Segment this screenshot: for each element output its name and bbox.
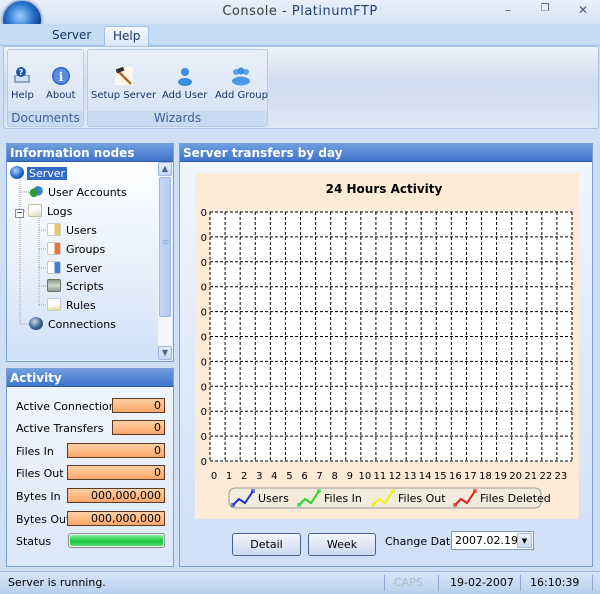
y-tick-label: 0 [201, 333, 207, 344]
x-tick-label: 0 [211, 471, 217, 482]
x-tick-label: 12 [389, 471, 402, 482]
x-tick-label: 23 [555, 471, 568, 482]
y-tick-label: 0 [201, 308, 207, 319]
date-dropdown-button[interactable]: ▼ [517, 533, 532, 548]
detail-button-label: Detail [250, 538, 283, 551]
date-picker[interactable]: 2007.02.19 ▼ [451, 531, 534, 550]
legend-label: Files Deleted [480, 492, 551, 505]
change-date-label: Change Date [385, 535, 457, 548]
y-tick-label: 0 [201, 258, 207, 269]
x-tick-label: 5 [286, 471, 292, 482]
y-tick-label: 0 [201, 457, 207, 468]
status-separator [520, 575, 521, 591]
x-axis-ticks: 0 1 2 3 4 5 6 7 8 9 10 11 12 13 14 15 16 17 18 19 20 21 22 23 [211, 471, 567, 482]
legend-marker [231, 503, 235, 507]
x-tick-label: 19 [494, 471, 507, 482]
y-tick-label: 0 [201, 407, 207, 418]
status-message: Server is running. [8, 576, 106, 589]
y-axis-ticks: 0 0 0 0 0 0 0 0 0 0 0 [201, 208, 207, 468]
x-tick-label: 22 [539, 471, 552, 482]
week-button[interactable]: Week [308, 533, 376, 556]
x-tick-label: 18 [479, 471, 492, 482]
x-tick-label: 16 [449, 471, 462, 482]
detail-button[interactable]: Detail [232, 533, 301, 556]
x-tick-label: 10 [358, 471, 371, 482]
legend-marker [297, 503, 301, 507]
x-tick-label: 20 [509, 471, 522, 482]
x-tick-label: 2 [241, 471, 247, 482]
y-tick-label: 0 [201, 357, 207, 368]
chart-title: 24 Hours Activity [326, 182, 443, 196]
legend-label: Files In [324, 492, 362, 505]
status-bar: Server is running. CAPS 19-02-2007 16:10… [0, 571, 600, 594]
legend-marker [391, 489, 395, 493]
legend-marker [251, 489, 255, 493]
dropdown-arrow-icon: ▼ [521, 537, 528, 545]
week-button-label: Week [326, 538, 358, 551]
y-tick-label: 0 [201, 382, 207, 393]
legend-marker [473, 489, 477, 493]
x-tick-label: 1 [226, 471, 232, 482]
x-tick-label: 7 [316, 471, 322, 482]
x-tick-label: 14 [419, 471, 432, 482]
legend-marker [371, 503, 375, 507]
legend-label: Users [258, 492, 289, 505]
y-tick-label: 0 [201, 208, 207, 219]
x-tick-label: 11 [374, 471, 387, 482]
x-tick-label: 15 [434, 471, 447, 482]
x-tick-label: 8 [331, 471, 337, 482]
x-tick-label: 9 [347, 471, 353, 482]
status-date: 19-02-2007 [450, 576, 514, 589]
x-tick-label: 4 [271, 471, 277, 482]
y-tick-label: 0 [201, 283, 207, 294]
status-separator [438, 575, 439, 591]
x-tick-label: 6 [301, 471, 307, 482]
status-time: 16:10:39 [530, 576, 580, 589]
legend-marker [453, 503, 457, 507]
activity-chart: 24 Hours Activity 00000000000 0123456789… [201, 182, 573, 509]
x-tick-label: 21 [524, 471, 537, 482]
x-tick-label: 13 [404, 471, 417, 482]
y-tick-label: 0 [201, 233, 207, 244]
caps-indicator: CAPS [394, 576, 423, 589]
status-separator [384, 575, 385, 591]
status-separator [592, 575, 593, 591]
legend-label: Files Out [398, 492, 446, 505]
x-tick-label: 17 [464, 471, 477, 482]
legend-marker [317, 489, 321, 493]
y-tick-label: 0 [201, 432, 207, 443]
date-value: 2007.02.19 [455, 534, 518, 547]
x-tick-label: 3 [256, 471, 262, 482]
